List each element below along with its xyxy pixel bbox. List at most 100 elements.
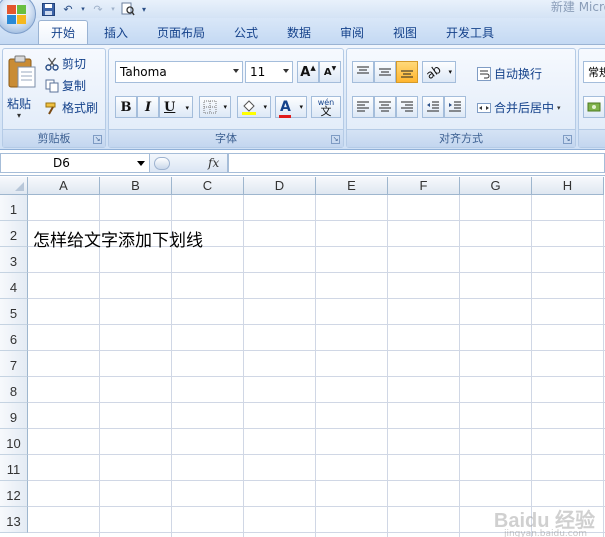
row-header-7[interactable]: 7	[0, 351, 28, 377]
copy-button[interactable]: 复制	[45, 77, 86, 94]
row-header-6[interactable]: 6	[0, 325, 28, 351]
row-header-11[interactable]: 11	[0, 455, 28, 481]
row-header-9[interactable]: 9	[0, 403, 28, 429]
column-header-c[interactable]: C	[172, 177, 244, 195]
row-header-8[interactable]: 8	[0, 377, 28, 403]
name-box[interactable]: D6	[0, 153, 150, 173]
formula-bar-resize-handle[interactable]	[154, 157, 170, 170]
row-header-5[interactable]: 5	[0, 299, 28, 325]
gridline-horizontal	[28, 402, 605, 403]
paste-button[interactable]: 粘贴 ▾	[5, 53, 39, 123]
print-preview-icon[interactable]	[120, 2, 136, 16]
align-left-button[interactable]	[352, 96, 374, 118]
tab-formulas[interactable]: 公式	[226, 20, 266, 44]
underline-button[interactable]: U ▾	[159, 96, 193, 118]
gridline-horizontal	[28, 480, 605, 481]
decrease-indent-button[interactable]	[422, 96, 444, 118]
tab-insert[interactable]: 插入	[96, 20, 136, 44]
fill-color-button[interactable]: ▾	[237, 96, 271, 118]
row-header-3[interactable]: 3	[0, 247, 28, 273]
gridline-vertical	[387, 195, 388, 537]
accounting-format-button[interactable]	[583, 96, 605, 118]
font-name-dropdown-icon	[233, 69, 239, 73]
redo-icon[interactable]: ↷	[90, 2, 106, 16]
align-middle-button[interactable]	[374, 61, 396, 83]
font-size-dropdown-icon	[283, 69, 289, 73]
formula-bar: D6 fx	[0, 151, 605, 176]
row-header-10[interactable]: 10	[0, 429, 28, 455]
shrink-font-button[interactable]: A ▼	[319, 61, 341, 83]
select-all-button[interactable]	[0, 177, 28, 195]
font-color-dropdown-icon: ▾	[299, 103, 303, 111]
italic-button[interactable]: I	[137, 96, 159, 118]
align-right-button[interactable]	[396, 96, 418, 118]
alignment-dialog-launcher-icon[interactable]: ↘	[563, 135, 572, 144]
align-bottom-icon	[401, 70, 413, 78]
tab-data[interactable]: 数据	[279, 20, 319, 44]
row-header-4[interactable]: 4	[0, 273, 28, 299]
column-header-f[interactable]: F	[388, 177, 460, 195]
format-painter-label: 格式刷	[62, 101, 99, 115]
font-size-combo[interactable]: 11	[245, 61, 293, 83]
column-header-b[interactable]: B	[100, 177, 172, 195]
orientation-button[interactable]: ab ▾	[422, 61, 456, 83]
redo-dropdown-icon[interactable]: ▾	[110, 2, 116, 16]
borders-button[interactable]: ▾	[199, 96, 231, 118]
wrap-text-icon	[477, 66, 491, 81]
font-name-combo[interactable]: Tahoma	[115, 61, 243, 83]
merge-center-dropdown-icon: ▾	[557, 103, 561, 112]
clipboard-dialog-launcher-icon[interactable]: ↘	[93, 135, 102, 144]
font-color-button[interactable]: A ▾	[275, 96, 307, 118]
font-dialog-launcher-icon[interactable]: ↘	[331, 135, 340, 144]
phonetic-guide-icon: 文	[320, 105, 332, 118]
gridline-vertical	[315, 195, 316, 537]
grow-font-icon: A	[300, 64, 311, 80]
row-header-1[interactable]: 1	[0, 195, 28, 221]
align-top-icon	[357, 66, 369, 74]
wrap-text-label: 自动换行	[494, 67, 543, 81]
column-header-g[interactable]: G	[460, 177, 532, 195]
row-header-13[interactable]: 13	[0, 507, 28, 533]
column-header-a[interactable]: A	[28, 177, 100, 195]
baidu-watermark-url: jingyan.baidu.com	[503, 529, 587, 537]
column-header-d[interactable]: D	[244, 177, 316, 195]
undo-dropdown-icon[interactable]: ▾	[80, 2, 86, 16]
insert-function-icon[interactable]: fx	[208, 156, 219, 170]
currency-icon	[587, 102, 601, 112]
gridline-horizontal	[28, 272, 605, 273]
tab-home[interactable]: 开始	[38, 20, 88, 44]
quick-access-toolbar: ↶ ▾ ↷ ▾ ▾	[40, 0, 148, 18]
tab-view[interactable]: 视图	[385, 20, 425, 44]
undo-icon[interactable]: ↶	[60, 2, 76, 16]
grow-font-button[interactable]: A ▲	[297, 61, 319, 83]
align-bottom-button[interactable]	[396, 61, 418, 83]
customize-qat-icon[interactable]: ▾	[140, 2, 148, 16]
formula-bar-buttons: fx	[150, 153, 228, 173]
increase-indent-button[interactable]	[444, 96, 466, 118]
column-header-h[interactable]: H	[532, 177, 604, 195]
merge-center-button[interactable]: 合并后居中 ▾	[477, 99, 561, 116]
align-center-button[interactable]	[374, 96, 396, 118]
tab-page-layout[interactable]: 页面布局	[150, 20, 212, 44]
phonetic-guide-button[interactable]: wén 文	[311, 96, 341, 118]
clipboard-group-label: 剪贴板	[3, 129, 105, 147]
formula-input[interactable]	[228, 153, 605, 173]
tab-review[interactable]: 审阅	[332, 20, 372, 44]
format-painter-icon	[45, 101, 59, 115]
merge-center-label: 合并后居中	[494, 101, 555, 115]
format-painter-button[interactable]: 格式刷	[45, 99, 98, 116]
row-header-12[interactable]: 12	[0, 481, 28, 507]
wrap-text-button[interactable]: 自动换行	[477, 65, 542, 82]
column-header-e[interactable]: E	[316, 177, 388, 195]
bold-button[interactable]: B	[115, 96, 137, 118]
cell-a2[interactable]: 怎样给文字添加下划线	[33, 226, 203, 251]
row-header-2[interactable]: 2	[0, 221, 28, 247]
number-format-combo[interactable]: 常规	[583, 61, 605, 83]
align-top-button[interactable]	[352, 61, 374, 83]
cut-button[interactable]: 剪切	[45, 55, 86, 72]
worksheet-grid[interactable]: ABCDEFGH 1 2 3 4 5 6 7 8 9 10 11 12 13 怎样给文字添加下划线 Ba…	[0, 177, 605, 537]
orientation-dropdown-icon: ▾	[448, 68, 452, 76]
tab-developer[interactable]: 开发工具	[438, 20, 502, 44]
gridline-horizontal	[28, 298, 605, 299]
save-icon[interactable]	[40, 2, 56, 16]
